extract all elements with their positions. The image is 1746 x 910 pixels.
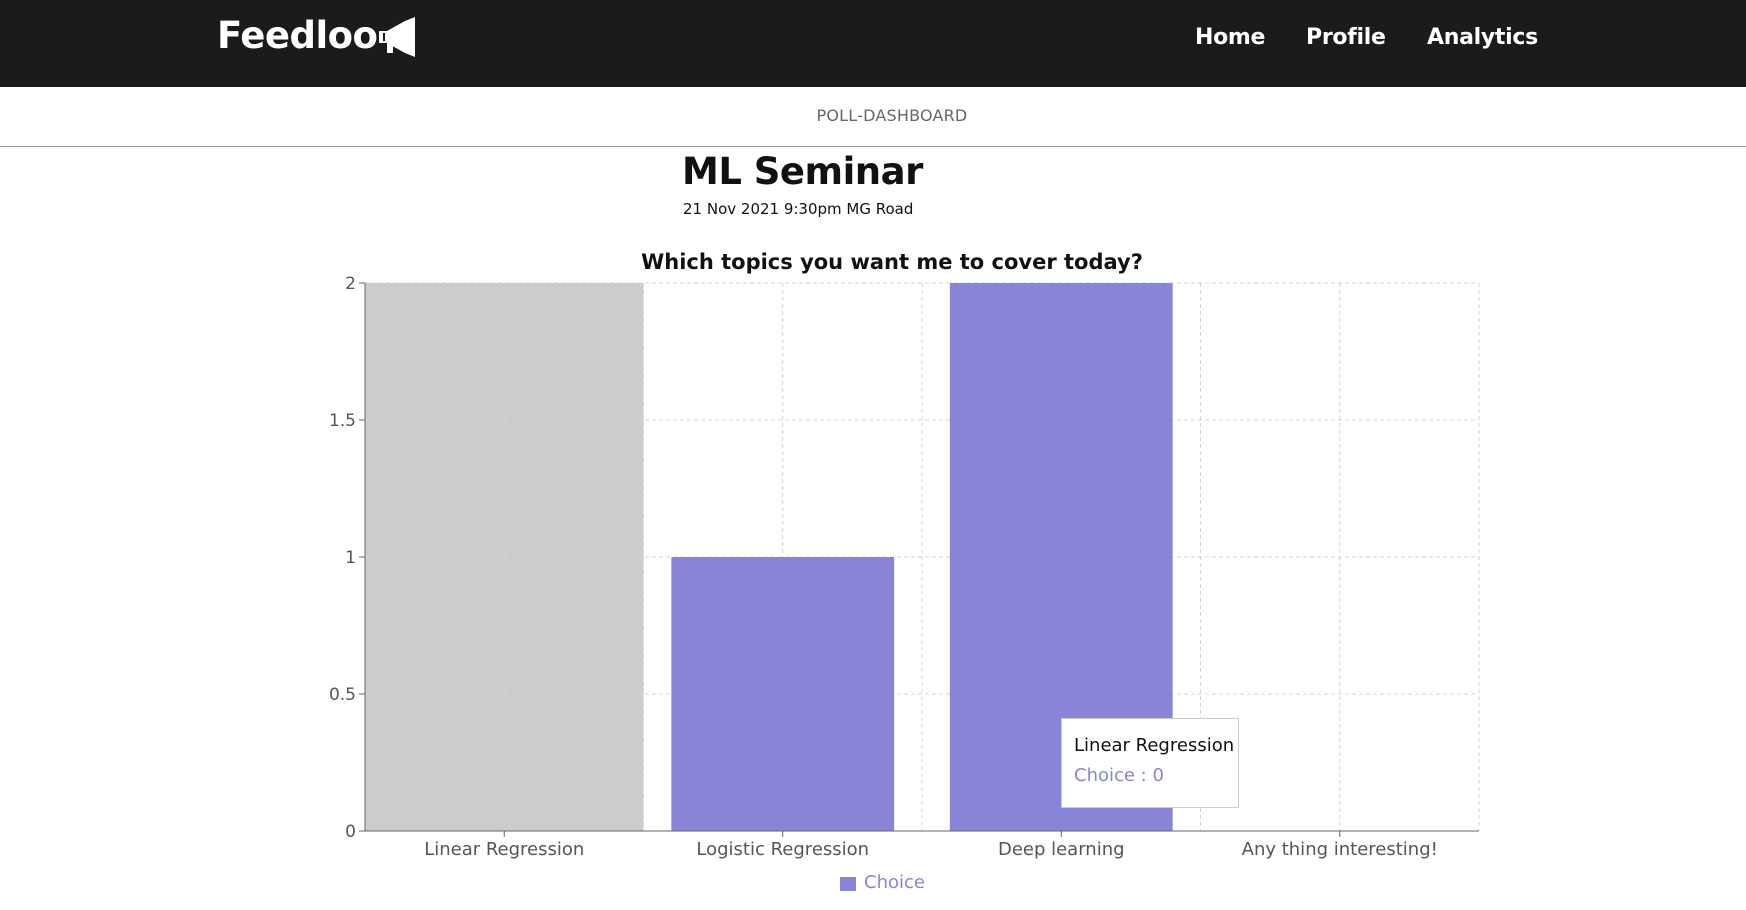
legend-swatch: [840, 876, 856, 891]
y-tick-label: 0: [345, 822, 356, 842]
x-tick-label: Linear Regression: [424, 839, 584, 860]
bar-2: [671, 557, 895, 831]
y-tick-label: 2: [345, 274, 356, 294]
tooltip-title: Linear Regression: [1074, 735, 1235, 756]
y-tick-label: 1.5: [329, 411, 356, 431]
tooltip-value: Choice : 0: [1074, 765, 1164, 786]
poll-bar-chart: 0 0.5 1 1.5 2 Linear Regression Logistic Regre…: [329, 274, 1480, 860]
x-tick-label: Logistic Regression: [696, 839, 869, 860]
y-tick-label: 0.5: [329, 685, 356, 705]
x-tick-label: Any thing interesting!: [1242, 839, 1438, 860]
chart-tooltip: Linear Regression Choice : 0: [1061, 718, 1239, 808]
x-tick-label: Deep learning: [998, 839, 1125, 860]
y-tick-label: 1: [345, 548, 356, 568]
chart-legend[interactable]: Choice: [840, 872, 925, 893]
legend-label: Choice: [864, 872, 925, 893]
